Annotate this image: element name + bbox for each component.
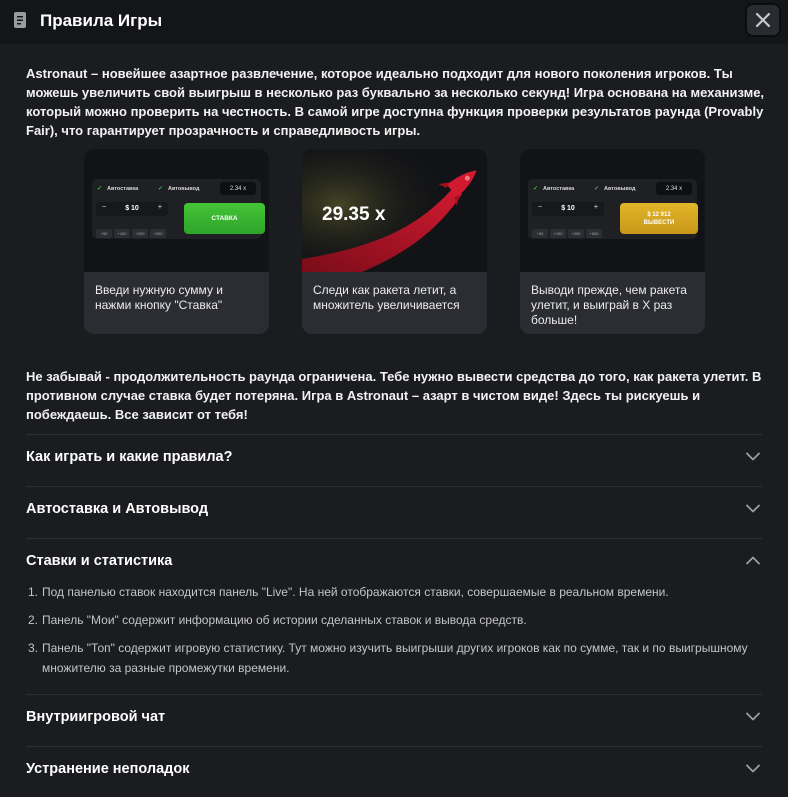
- accordion-header[interactable]: Автоставка и Автовывод: [26, 499, 762, 519]
- autocashout-multiplier: 2.34 x: [220, 182, 256, 195]
- close-icon: [756, 13, 770, 27]
- list-number: 1.: [28, 585, 39, 599]
- accordion-title: Устранение неполадок: [26, 761, 190, 777]
- quick-amount: +500: [586, 229, 602, 238]
- how-to-cards: ✓ Автоставка ✓ Автовывод 2.34 x − $ 10 +…: [84, 149, 706, 334]
- card-illustration: ✓ Автоставка ✓ Автовывод 2.34 x − $ 10 +…: [520, 149, 705, 272]
- accordion-header[interactable]: Как играть и какие правила?: [26, 447, 762, 467]
- accordion-content: 1. Под панелью ставок находится панель "…: [26, 582, 762, 678]
- list-number: 3.: [28, 641, 39, 655]
- cashout-amount: $ 12 912: [647, 211, 671, 218]
- accordion-item-autobet: Автоставка и Автовывод: [26, 486, 762, 538]
- list-item: 1. Под панелью ставок находится панель "…: [26, 582, 762, 602]
- quick-amount: +100: [114, 229, 130, 238]
- autocashout-toggle: ✓ Автовывод: [594, 182, 635, 195]
- accordion-header[interactable]: Устранение неполадок: [26, 759, 762, 779]
- autocashout-multiplier: 2.34 x: [656, 182, 692, 195]
- quick-amount: +200: [132, 229, 148, 238]
- list-text: Панель "Топ" содержит игровую статистику…: [42, 641, 748, 675]
- card-rocket-flight: 29.35 x Следи как ракета летит, а множит…: [302, 149, 487, 334]
- quick-amount: +200: [568, 229, 584, 238]
- intro-text: Astronaut – новейшее азартное развлечени…: [26, 66, 765, 138]
- autobet-toggle: ✓ Автоставка: [533, 182, 574, 195]
- accordion-item-bets-stats: Ставки и статистика 1. Под панелью ставо…: [26, 538, 762, 694]
- accordion-title: Автоставка и Автовывод: [26, 501, 209, 517]
- check-icon: ✓: [594, 186, 600, 192]
- autocashout-label: Автовывод: [604, 185, 636, 192]
- quick-amount: +50: [532, 229, 548, 238]
- cashout-label: ВЫВЕСТИ: [643, 219, 675, 226]
- close-button[interactable]: [745, 3, 781, 37]
- list-text: Под панелью ставок находится панель "Liv…: [42, 585, 669, 599]
- quick-amount: +500: [150, 229, 166, 238]
- chevron-down-icon: [746, 764, 760, 773]
- check-icon: ✓: [158, 186, 164, 192]
- stake-button-preview: СТАВКА: [184, 203, 265, 234]
- document-icon: [14, 12, 26, 28]
- quick-amount: +100: [550, 229, 566, 238]
- accordion-item-how-to-play: Как играть и какие правила?: [26, 434, 762, 486]
- list-item: 3. Панель "Топ" содержит игровую статист…: [26, 638, 762, 678]
- autobet-label: Автоставка: [107, 185, 139, 192]
- card-caption: Выводи прежде, чем ракета улетит, и выиг…: [531, 283, 687, 327]
- accordion-item-troubleshooting: Устранение неполадок: [26, 746, 762, 797]
- chevron-down-icon: [746, 452, 760, 461]
- plus-icon: +: [593, 204, 598, 211]
- list-item: 2. Панель "Мои" содержит информацию об и…: [26, 610, 762, 630]
- accordion-title: Внутриигровой чат: [26, 709, 166, 725]
- bet-panel-preview: ✓ Автоставка ✓ Автовывод 2.34 x − $ 10 +…: [528, 179, 698, 239]
- card-cashout: ✓ Автоставка ✓ Автовывод 2.34 x − $ 10 +…: [520, 149, 705, 334]
- card-caption: Введи нужную сумму и нажми кнопку "Ставк…: [95, 283, 223, 312]
- flight-multiplier: 29.35 x: [322, 204, 386, 225]
- card-illustration: ✓ Автоставка ✓ Автовывод 2.34 x − $ 10 +…: [84, 149, 269, 272]
- autobet-toggle: ✓ Автоставка: [97, 182, 138, 195]
- plus-icon: +: [157, 204, 162, 211]
- accordion-header[interactable]: Внутриигровой чат: [26, 707, 762, 727]
- accordion-header[interactable]: Ставки и статистика: [26, 551, 762, 571]
- card-caption: Следи как ракета летит, а множитель увел…: [313, 283, 460, 312]
- cashout-button-preview: $ 12 912 ВЫВЕСТИ: [620, 203, 698, 234]
- autocashout-toggle: ✓ Автовывод: [158, 182, 199, 195]
- modal-title: Правила Игры: [40, 11, 163, 30]
- accordion-title: Как играть и какие правила?: [26, 449, 233, 465]
- bet-panel-preview: ✓ Автоставка ✓ Автовывод 2.34 x − $ 10 +…: [92, 179, 265, 239]
- list-text: Панель "Мои" содержит информацию об исто…: [42, 613, 527, 627]
- card-enter-bet: ✓ Автоставка ✓ Автовывод 2.34 x − $ 10 +…: [84, 149, 269, 334]
- autobet-label: Автоставка: [543, 185, 575, 192]
- accordion-item-chat: Внутриигровой чат: [26, 694, 762, 746]
- check-icon: ✓: [533, 186, 539, 192]
- chevron-down-icon: [746, 504, 760, 513]
- quick-amounts: +50 +100 +200 +500: [96, 222, 172, 238]
- modal-header: Правила Игры: [0, 0, 788, 44]
- accordion-title: Ставки и статистика: [26, 553, 173, 569]
- bet-amount-field: − $ 10 +: [96, 202, 168, 216]
- round-limit-note: Не забывай - продолжительность раунда ог…: [26, 369, 762, 422]
- check-icon: ✓: [97, 186, 103, 192]
- chevron-down-icon: [746, 712, 760, 721]
- quick-amount: +50: [96, 229, 112, 238]
- autocashout-label: Автовывод: [168, 185, 200, 192]
- chevron-up-icon: [746, 556, 760, 565]
- list-number: 2.: [28, 613, 39, 627]
- card-illustration: 29.35 x: [302, 149, 487, 272]
- quick-amounts: +50 +100 +200 +500: [532, 222, 608, 238]
- bet-amount-field: − $ 10 +: [532, 202, 604, 216]
